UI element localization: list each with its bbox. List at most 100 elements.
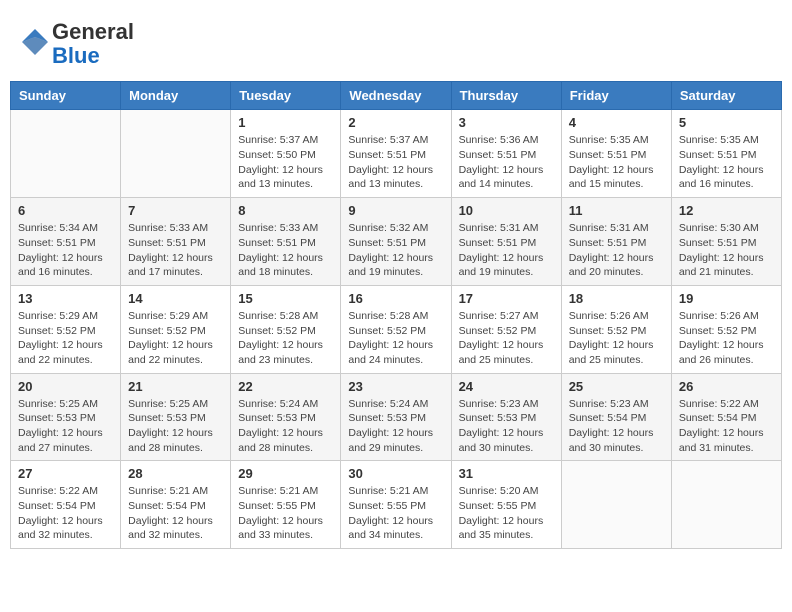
day-info: Sunrise: 5:32 AM Sunset: 5:51 PM Dayligh…: [348, 221, 443, 280]
calendar-cell: 1 Sunrise: 5:37 AM Sunset: 5:50 PM Daylig…: [231, 110, 341, 198]
day-number: 31: [459, 466, 554, 481]
day-info: Sunrise: 5:25 AM Sunset: 5:53 PM Dayligh…: [128, 397, 223, 456]
day-number: 4: [569, 115, 664, 130]
day-info: Sunrise: 5:24 AM Sunset: 5:53 PM Dayligh…: [238, 397, 333, 456]
day-number: 12: [679, 203, 774, 218]
day-info: Sunrise: 5:33 AM Sunset: 5:51 PM Dayligh…: [128, 221, 223, 280]
day-info: Sunrise: 5:21 AM Sunset: 5:55 PM Dayligh…: [238, 484, 333, 543]
calendar-cell: 28Sunrise: 5:21 AM Sunset: 5:54 PM Dayli…: [121, 461, 231, 549]
column-header-friday: Friday: [561, 82, 671, 110]
day-number: 10: [459, 203, 554, 218]
calendar-cell: [671, 461, 781, 549]
calendar-cell: 2Sunrise: 5:37 AM Sunset: 5:51 PM Daylig…: [341, 110, 451, 198]
day-info: Sunrise: 5:35 AM Sunset: 5:51 PM Dayligh…: [679, 133, 774, 192]
calendar-cell: 8 Sunrise: 5:33 AM Sunset: 5:51 PM Daylig…: [231, 198, 341, 286]
calendar-cell: 14 Sunrise: 5:29 AM Sunset: 5:52 PM Dayli…: [121, 285, 231, 373]
day-info: Sunrise: 5:27 AM Sunset: 5:52 PM Dayligh…: [459, 309, 554, 368]
calendar-cell: 22 Sunrise: 5:24 AM Sunset: 5:53 PM Dayli…: [231, 373, 341, 461]
day-number: 27: [18, 466, 113, 481]
calendar-cell: 9 Sunrise: 5:32 AM Sunset: 5:51 PM Daylig…: [341, 198, 451, 286]
day-number: 20: [18, 379, 113, 394]
day-number: 16: [348, 291, 443, 306]
day-number: 9: [348, 203, 443, 218]
calendar-cell: 31 Sunrise: 5:20 AM Sunset: 5:55 PM Dayli…: [451, 461, 561, 549]
day-info: Sunrise: 5:33 AM Sunset: 5:51 PM Dayligh…: [238, 221, 333, 280]
calendar-table: SundayMondayTuesdayWednesdayThursdayFrid…: [10, 81, 782, 549]
day-number: 14: [128, 291, 223, 306]
calendar-cell: 20 Sunrise: 5:25 AM Sunset: 5:53 PM Dayli…: [11, 373, 121, 461]
day-info: Sunrise: 5:29 AM Sunset: 5:52 PM Dayligh…: [128, 309, 223, 368]
calendar-cell: 24 Sunrise: 5:23 AM Sunset: 5:53 PM Dayli…: [451, 373, 561, 461]
day-number: 22: [238, 379, 333, 394]
day-info: Sunrise: 5:20 AM Sunset: 5:55 PM Dayligh…: [459, 484, 554, 543]
day-info: Sunrise: 5:36 AM Sunset: 5:51 PM Dayligh…: [459, 133, 554, 192]
calendar-cell: 11 Sunrise: 5:31 AM Sunset: 5:51 PM Dayli…: [561, 198, 671, 286]
day-info: Sunrise: 5:23 AM Sunset: 5:54 PM Dayligh…: [569, 397, 664, 456]
day-number: 17: [459, 291, 554, 306]
day-number: 18: [569, 291, 664, 306]
day-number: 23: [348, 379, 443, 394]
calendar-cell: 29Sunrise: 5:21 AM Sunset: 5:55 PM Dayli…: [231, 461, 341, 549]
day-info: Sunrise: 5:37 AM Sunset: 5:51 PM Dayligh…: [348, 133, 443, 192]
column-header-monday: Monday: [121, 82, 231, 110]
calendar-cell: 12 Sunrise: 5:30 AM Sunset: 5:51 PM Dayli…: [671, 198, 781, 286]
day-info: Sunrise: 5:24 AM Sunset: 5:53 PM Dayligh…: [348, 397, 443, 456]
calendar-cell: 26 Sunrise: 5:22 AM Sunset: 5:54 PM Dayli…: [671, 373, 781, 461]
column-header-wednesday: Wednesday: [341, 82, 451, 110]
day-info: Sunrise: 5:21 AM Sunset: 5:54 PM Dayligh…: [128, 484, 223, 543]
day-number: 30: [348, 466, 443, 481]
calendar-week-5: 27 Sunrise: 5:22 AM Sunset: 5:54 PM Dayli…: [11, 461, 782, 549]
calendar-cell: 19Sunrise: 5:26 AM Sunset: 5:52 PM Dayli…: [671, 285, 781, 373]
day-number: 5: [679, 115, 774, 130]
day-number: 7: [128, 203, 223, 218]
calendar-cell: 25 Sunrise: 5:23 AM Sunset: 5:54 PM Dayli…: [561, 373, 671, 461]
day-info: Sunrise: 5:28 AM Sunset: 5:52 PM Dayligh…: [238, 309, 333, 368]
logo: General Blue: [20, 20, 134, 68]
logo-text: General Blue: [52, 20, 134, 68]
day-info: Sunrise: 5:31 AM Sunset: 5:51 PM Dayligh…: [459, 221, 554, 280]
day-number: 19: [679, 291, 774, 306]
calendar-cell: 15 Sunrise: 5:28 AM Sunset: 5:52 PM Dayli…: [231, 285, 341, 373]
calendar-cell: 4 Sunrise: 5:35 AM Sunset: 5:51 PM Daylig…: [561, 110, 671, 198]
day-info: Sunrise: 5:26 AM Sunset: 5:52 PM Dayligh…: [569, 309, 664, 368]
day-number: 6: [18, 203, 113, 218]
calendar-cell: 5 Sunrise: 5:35 AM Sunset: 5:51 PM Daylig…: [671, 110, 781, 198]
day-number: 8: [238, 203, 333, 218]
calendar-header-row: SundayMondayTuesdayWednesdayThursdayFrid…: [11, 82, 782, 110]
calendar-cell: 23 Sunrise: 5:24 AM Sunset: 5:53 PM Dayli…: [341, 373, 451, 461]
calendar-cell: [561, 461, 671, 549]
calendar-week-4: 20 Sunrise: 5:25 AM Sunset: 5:53 PM Dayli…: [11, 373, 782, 461]
day-number: 26: [679, 379, 774, 394]
day-info: Sunrise: 5:37 AM Sunset: 5:50 PM Dayligh…: [238, 133, 333, 192]
day-number: 24: [459, 379, 554, 394]
day-number: 15: [238, 291, 333, 306]
day-info: Sunrise: 5:28 AM Sunset: 5:52 PM Dayligh…: [348, 309, 443, 368]
calendar-cell: 16 Sunrise: 5:28 AM Sunset: 5:52 PM Dayli…: [341, 285, 451, 373]
calendar-cell: 21Sunrise: 5:25 AM Sunset: 5:53 PM Dayli…: [121, 373, 231, 461]
day-info: Sunrise: 5:35 AM Sunset: 5:51 PM Dayligh…: [569, 133, 664, 192]
logo-icon: [20, 27, 50, 57]
day-info: Sunrise: 5:34 AM Sunset: 5:51 PM Dayligh…: [18, 221, 113, 280]
day-info: Sunrise: 5:21 AM Sunset: 5:55 PM Dayligh…: [348, 484, 443, 543]
day-info: Sunrise: 5:22 AM Sunset: 5:54 PM Dayligh…: [679, 397, 774, 456]
day-info: Sunrise: 5:31 AM Sunset: 5:51 PM Dayligh…: [569, 221, 664, 280]
day-number: 13: [18, 291, 113, 306]
calendar-cell: 13Sunrise: 5:29 AM Sunset: 5:52 PM Dayli…: [11, 285, 121, 373]
column-header-tuesday: Tuesday: [231, 82, 341, 110]
day-info: Sunrise: 5:25 AM Sunset: 5:53 PM Dayligh…: [18, 397, 113, 456]
day-number: 25: [569, 379, 664, 394]
calendar-cell: [121, 110, 231, 198]
column-header-thursday: Thursday: [451, 82, 561, 110]
calendar-week-2: 6 Sunrise: 5:34 AM Sunset: 5:51 PM Daylig…: [11, 198, 782, 286]
day-number: 1: [238, 115, 333, 130]
day-info: Sunrise: 5:30 AM Sunset: 5:51 PM Dayligh…: [679, 221, 774, 280]
day-info: Sunrise: 5:23 AM Sunset: 5:53 PM Dayligh…: [459, 397, 554, 456]
calendar-cell: [11, 110, 121, 198]
calendar-cell: 7 Sunrise: 5:33 AM Sunset: 5:51 PM Daylig…: [121, 198, 231, 286]
day-number: 11: [569, 203, 664, 218]
calendar-cell: 3Sunrise: 5:36 AM Sunset: 5:51 PM Daylig…: [451, 110, 561, 198]
day-info: Sunrise: 5:22 AM Sunset: 5:54 PM Dayligh…: [18, 484, 113, 543]
calendar-cell: 10 Sunrise: 5:31 AM Sunset: 5:51 PM Dayli…: [451, 198, 561, 286]
calendar-cell: 17 Sunrise: 5:27 AM Sunset: 5:52 PM Dayli…: [451, 285, 561, 373]
calendar-cell: 18 Sunrise: 5:26 AM Sunset: 5:52 PM Dayli…: [561, 285, 671, 373]
